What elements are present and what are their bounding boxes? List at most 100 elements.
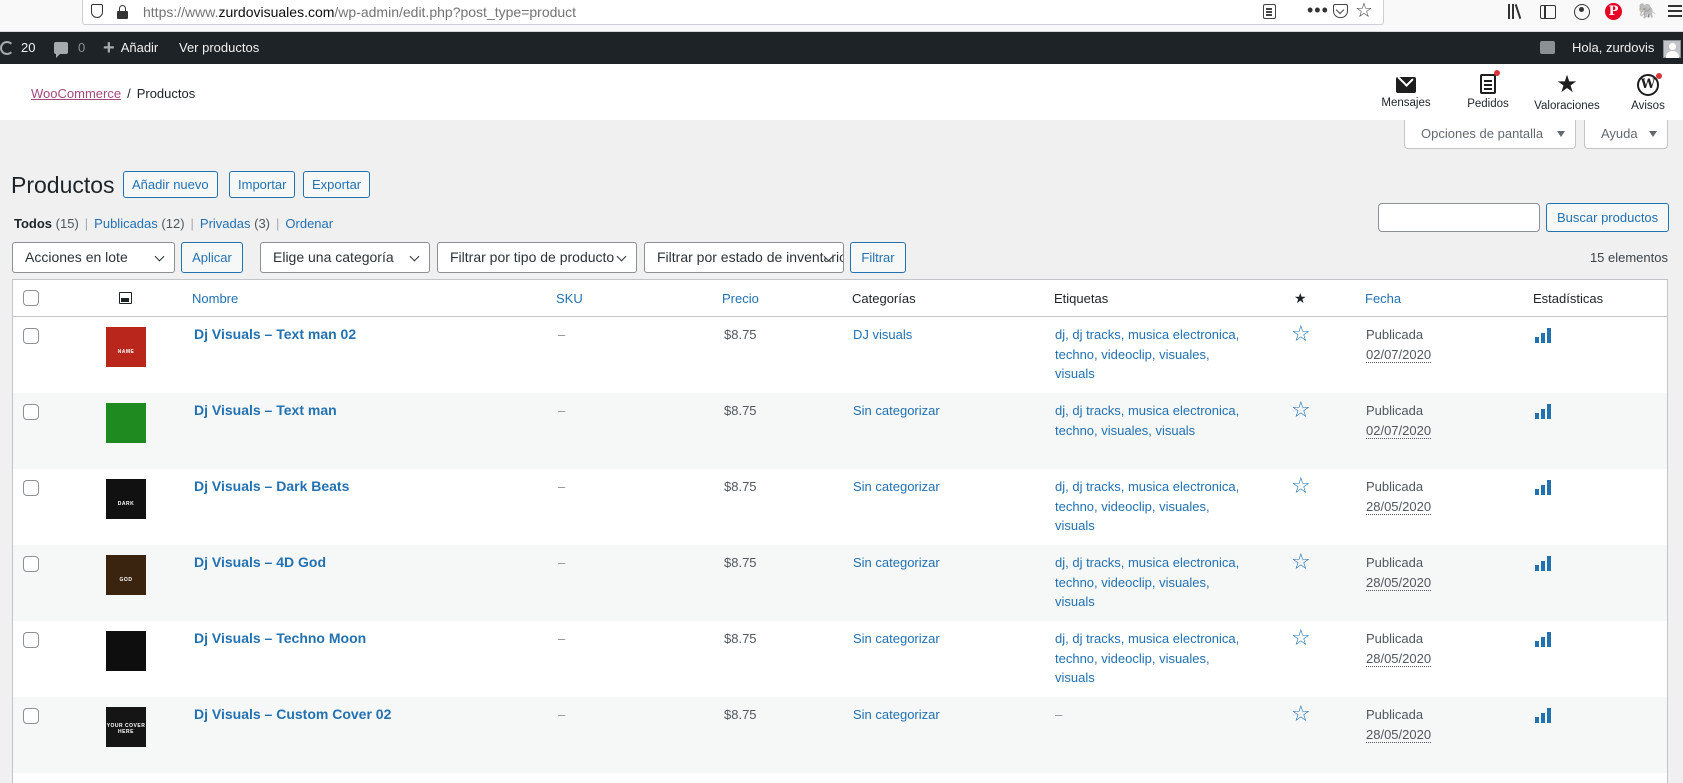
apply-button[interactable]: Aplicar xyxy=(181,242,243,273)
row-checkbox[interactable] xyxy=(23,328,39,344)
column-date[interactable]: Fecha xyxy=(1365,280,1401,317)
featured-star-icon[interactable]: ☆ xyxy=(1291,550,1311,574)
product-category-link[interactable]: Sin categorizar xyxy=(853,705,940,725)
product-price: $8.75 xyxy=(724,631,757,646)
search-input[interactable] xyxy=(1378,203,1540,232)
product-tags[interactable]: dj, dj tracks, musica electronica, techn… xyxy=(1055,629,1240,688)
select-all-checkbox[interactable] xyxy=(23,290,39,306)
thumbnail-text: DARK xyxy=(117,501,135,507)
row-checkbox[interactable] xyxy=(23,556,39,572)
featured-star-icon[interactable]: ☆ xyxy=(1291,322,1311,346)
product-tags[interactable]: – xyxy=(1055,705,1240,725)
screen-options-button[interactable]: Opciones de pantalla xyxy=(1404,120,1576,149)
stock-status-select[interactable]: Filtrar por estado de inventario xyxy=(644,242,844,273)
product-name-link[interactable]: Dj Visuals – Dark Beats xyxy=(194,477,349,497)
column-sku[interactable]: SKU xyxy=(556,280,583,317)
pinterest-icon[interactable]: P xyxy=(1605,3,1622,20)
row-checkbox[interactable] xyxy=(23,708,39,724)
product-name-link[interactable]: Dj Visuals – Techno Moon xyxy=(194,629,366,649)
comments-item[interactable]: 0 xyxy=(54,32,85,64)
featured-star-icon[interactable]: ☆ xyxy=(1291,398,1311,422)
pocket-icon[interactable] xyxy=(1333,4,1348,18)
reader-view-icon[interactable] xyxy=(1263,4,1276,19)
featured-column-icon[interactable]: ★ xyxy=(1294,280,1307,317)
bookmark-star-icon[interactable]: ☆ xyxy=(1355,0,1373,23)
product-name-link[interactable]: Dj Visuals – Text man 02 xyxy=(194,325,356,345)
column-price[interactable]: Precio xyxy=(722,280,759,317)
row-checkbox[interactable] xyxy=(23,632,39,648)
product-tags[interactable]: dj, dj tracks, musica electronica, techn… xyxy=(1055,325,1240,384)
product-name-link[interactable]: Dj Visuals – 4D God xyxy=(194,553,326,573)
page-actions-icon[interactable]: ••• xyxy=(1307,0,1329,21)
product-type-select[interactable]: Filtrar por tipo de producto xyxy=(437,242,637,273)
product-thumbnail[interactable]: NAME xyxy=(106,327,146,367)
view-all[interactable]: Todos (15) xyxy=(14,216,79,231)
stats-bar-icon[interactable] xyxy=(1535,632,1551,647)
product-thumbnail[interactable]: GOD xyxy=(106,555,146,595)
header-action-notices[interactable]: W Avisos xyxy=(1608,73,1683,112)
view-private[interactable]: Privadas (3) xyxy=(200,216,270,231)
product-thumbnail[interactable] xyxy=(106,403,146,443)
user-greeting[interactable]: Hola, zurdovis xyxy=(1572,32,1654,64)
notification-icon[interactable] xyxy=(1540,41,1555,54)
stats-bar-icon[interactable] xyxy=(1535,708,1551,723)
product-tags[interactable]: dj, dj tracks, musica electronica, techn… xyxy=(1055,401,1240,440)
add-new-button[interactable]: Añadir nuevo xyxy=(123,171,218,198)
featured-star-icon[interactable]: ☆ xyxy=(1291,474,1311,498)
search-products-button[interactable]: Buscar productos xyxy=(1546,203,1670,232)
avatar[interactable] xyxy=(1663,40,1681,58)
row-checkbox[interactable] xyxy=(23,404,39,420)
help-button[interactable]: Ayuda xyxy=(1584,120,1668,149)
product-name-link[interactable]: Dj Visuals – Custom Cover 02 xyxy=(194,705,391,725)
product-thumbnail[interactable] xyxy=(106,631,146,671)
stats-bar-icon[interactable] xyxy=(1535,404,1551,419)
category-select[interactable]: Elige una categoría xyxy=(260,242,430,273)
stats-bar-icon[interactable] xyxy=(1535,480,1551,495)
library-icon[interactable] xyxy=(1508,4,1524,19)
updates-item[interactable]: 20 xyxy=(0,32,35,64)
url-bar[interactable]: https://www.zurdovisuales.com/wp-admin/e… xyxy=(82,0,1384,25)
product-thumbnail[interactable]: DARK xyxy=(106,479,146,519)
table-row: NAME Dj Visuals – Text man 02 – $8.75 DJ vis… xyxy=(13,317,1667,393)
product-category-link[interactable]: Sin categorizar xyxy=(853,401,940,421)
column-stats: Estadísticas xyxy=(1533,291,1604,306)
featured-star-icon[interactable]: ☆ xyxy=(1291,702,1311,726)
product-category-link[interactable]: DJ visuals xyxy=(853,325,912,345)
evernote-icon[interactable]: 🐘 xyxy=(1638,2,1657,20)
admin-bar: 20 0 + Añadir Ver productos Hola, zurdovi… xyxy=(0,32,1683,64)
product-tags[interactable]: dj, dj tracks, musica electronica, techn… xyxy=(1055,477,1240,536)
tracking-shield-icon[interactable] xyxy=(91,4,103,18)
product-thumbnail[interactable]: YOUR COVER HERE xyxy=(106,707,146,747)
header-action-messages[interactable]: Mensajes xyxy=(1366,74,1446,109)
view-order[interactable]: Ordenar xyxy=(285,216,333,231)
image-column-icon xyxy=(119,292,132,304)
view-products-link[interactable]: Ver productos xyxy=(179,32,259,64)
status-views: Todos (15) | Publicadas (12) | Privadas (3) |… xyxy=(14,216,334,231)
product-category-link[interactable]: Sin categorizar xyxy=(853,553,940,573)
stats-bar-icon[interactable] xyxy=(1535,328,1551,343)
filter-button[interactable]: Filtrar xyxy=(850,242,906,273)
row-checkbox[interactable] xyxy=(23,480,39,496)
export-button[interactable]: Exportar xyxy=(303,171,371,198)
add-new-item[interactable]: + Añadir xyxy=(103,32,158,64)
view-published[interactable]: Publicadas (12) xyxy=(94,216,184,231)
bulk-actions-select[interactable]: Acciones en lote xyxy=(12,242,175,273)
product-category-link[interactable]: Sin categorizar xyxy=(853,629,940,649)
account-icon[interactable] xyxy=(1574,4,1590,20)
breadcrumb-woocommerce-link[interactable]: WooCommerce xyxy=(31,86,121,101)
plus-icon: + xyxy=(103,37,115,59)
featured-star-icon[interactable]: ☆ xyxy=(1291,626,1311,650)
stats-bar-icon[interactable] xyxy=(1535,556,1551,571)
header-action-orders[interactable]: Pedidos xyxy=(1448,70,1528,110)
hamburger-menu-icon[interactable] xyxy=(1668,4,1682,18)
product-tags[interactable]: dj, dj tracks, musica electronica, techn… xyxy=(1055,553,1240,612)
column-name[interactable]: Nombre xyxy=(192,280,238,317)
import-button[interactable]: Importar xyxy=(229,171,296,198)
sidebar-icon[interactable] xyxy=(1540,5,1556,19)
product-name-link[interactable]: Dj Visuals – Text man xyxy=(194,401,337,421)
product-date: Publicada 28/05/2020 xyxy=(1366,707,1432,743)
product-category-link[interactable]: Sin categorizar xyxy=(853,477,940,497)
header-action-reviews[interactable]: ★ Valoraciones xyxy=(1527,73,1607,113)
url-text[interactable]: https://www.zurdovisuales.com/wp-admin/e… xyxy=(143,4,576,20)
lock-icon[interactable] xyxy=(117,5,128,19)
